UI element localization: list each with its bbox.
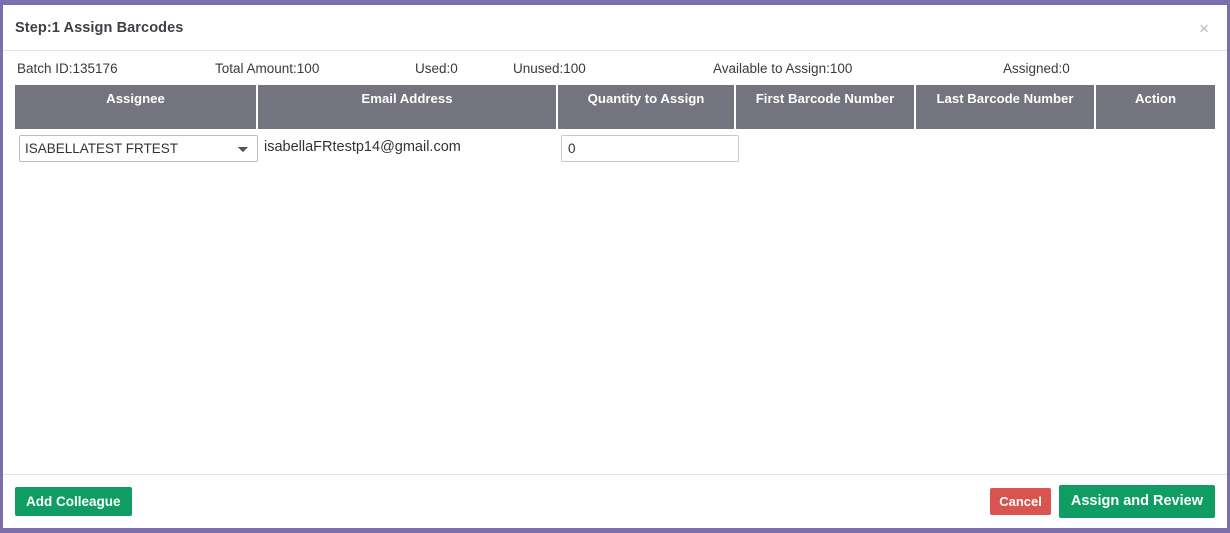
cell-action xyxy=(1095,129,1215,168)
cell-last-barcode xyxy=(915,129,1095,168)
batch-info-strip: Batch ID:135176 Total Amount:100 Used:0 … xyxy=(15,51,1215,85)
cell-assignee: ISABELLATEST FRTEST xyxy=(15,129,257,168)
assignee-table: Assignee Email Address Quantity to Assig… xyxy=(15,85,1215,168)
table-body: ISABELLATEST FRTEST isabellaFRtestp14@gm… xyxy=(15,129,1215,168)
quantity-input[interactable] xyxy=(561,135,739,162)
used-label: Used:0 xyxy=(415,61,513,76)
table-header-row: Assignee Email Address Quantity to Assig… xyxy=(15,85,1215,129)
cell-first-barcode xyxy=(735,129,915,168)
close-icon[interactable]: × xyxy=(1195,18,1213,39)
column-header-quantity-to-assign: Quantity to Assign xyxy=(557,85,735,129)
column-header-action: Action xyxy=(1095,85,1215,129)
column-header-last-barcode-number: Last Barcode Number xyxy=(915,85,1095,129)
assign-barcodes-modal: Step:1 Assign Barcodes × Batch ID:135176… xyxy=(0,0,1230,533)
assigned-label: Assigned:0 xyxy=(1003,61,1070,76)
cell-quantity xyxy=(557,129,735,168)
unused-label: Unused:100 xyxy=(513,61,713,76)
add-colleague-button[interactable]: Add Colleague xyxy=(15,487,132,517)
total-amount-label: Total Amount:100 xyxy=(215,61,415,76)
assignee-select[interactable]: ISABELLATEST FRTEST xyxy=(19,135,258,162)
available-to-assign-label: Available to Assign:100 xyxy=(713,61,1003,76)
cell-email: isabellaFRtestp14@gmail.com xyxy=(257,129,557,168)
modal-header: Step:1 Assign Barcodes × xyxy=(3,5,1227,51)
modal-footer: Add Colleague Cancel Assign and Review xyxy=(3,474,1227,528)
footer-actions: Cancel Assign and Review xyxy=(990,485,1215,518)
table-header: Assignee Email Address Quantity to Assig… xyxy=(15,85,1215,129)
column-header-email-address: Email Address xyxy=(257,85,557,129)
modal-body: Batch ID:135176 Total Amount:100 Used:0 … xyxy=(3,51,1227,474)
page-title: Step:1 Assign Barcodes xyxy=(15,20,183,36)
batch-id-label: Batch ID:135176 xyxy=(17,61,215,76)
assign-and-review-button[interactable]: Assign and Review xyxy=(1059,485,1215,518)
table-row: ISABELLATEST FRTEST isabellaFRtestp14@gm… xyxy=(15,129,1215,168)
email-address-value: isabellaFRtestp14@gmail.com xyxy=(261,135,553,159)
column-header-first-barcode-number: First Barcode Number xyxy=(735,85,915,129)
column-header-assignee: Assignee xyxy=(15,85,257,129)
cancel-button[interactable]: Cancel xyxy=(990,488,1051,515)
